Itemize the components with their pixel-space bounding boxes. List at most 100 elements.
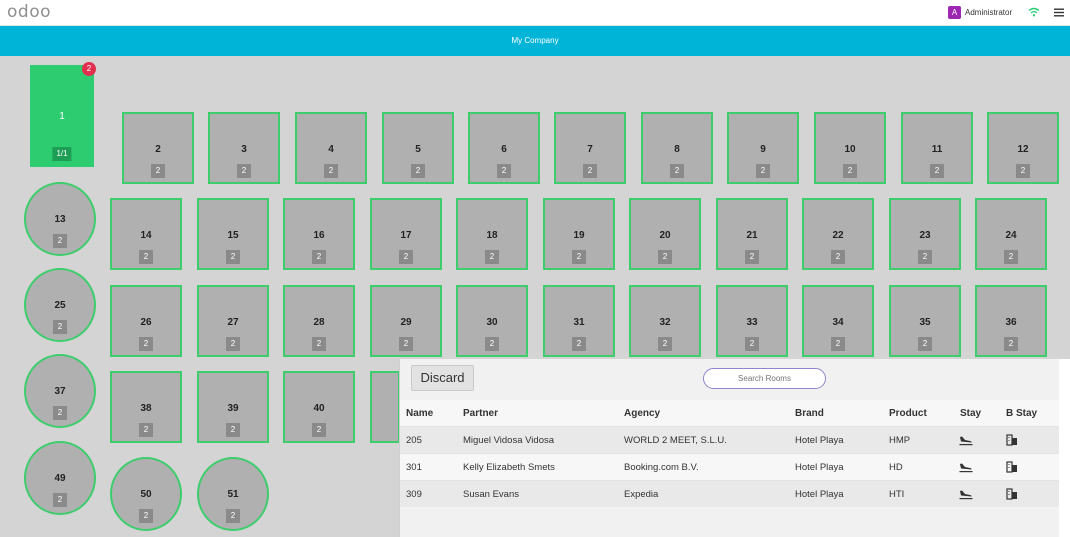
building-icon[interactable] <box>1005 487 1019 500</box>
table-36[interactable]: 36 2 <box>975 285 1047 357</box>
table-7[interactable]: 72 <box>554 112 626 184</box>
table-40[interactable]: 40 2 <box>283 371 355 443</box>
table-seats-badge: 2 <box>237 164 251 178</box>
table-29[interactable]: 29 2 <box>370 285 442 357</box>
table-seats-badge: 2 <box>1004 337 1018 351</box>
column-header-agency[interactable]: Agency <box>624 408 660 419</box>
table-seats-badge: 2 <box>572 337 586 351</box>
table-50[interactable]: 50 2 <box>110 457 182 531</box>
agency-name: WORLD 2 MEET, S.L.U. <box>624 435 727 446</box>
table-number: 23 <box>919 230 931 241</box>
user-menu[interactable]: A Administrator <box>948 5 1012 20</box>
table-number: 11 <box>931 144 943 155</box>
hamburger-menu-icon[interactable] <box>1054 8 1064 17</box>
table-row[interactable]: 309 Susan Evans Expedia Hotel Playa HTI <box>400 480 1060 507</box>
table-49[interactable]: 49 2 <box>24 441 96 515</box>
table-number: 21 <box>746 230 758 241</box>
table-seats-badge: 2 <box>1004 250 1018 264</box>
table-8[interactable]: 82 <box>641 112 713 184</box>
room-name: 309 <box>406 489 422 500</box>
table-37[interactable]: 37 2 <box>24 354 96 428</box>
building-icon[interactable] <box>1005 460 1019 473</box>
table-4[interactable]: 42 <box>295 112 367 184</box>
table-10[interactable]: 10 2 <box>814 112 886 184</box>
table-32[interactable]: 32 2 <box>629 285 701 357</box>
table-16[interactable]: 16 2 <box>283 198 355 270</box>
table-5[interactable]: 52 <box>382 112 454 184</box>
plane-landing-icon[interactable] <box>959 460 973 473</box>
table-26[interactable]: 26 2 <box>110 285 182 357</box>
table-28[interactable]: 28 2 <box>283 285 355 357</box>
table-seats-badge: 2 <box>399 250 413 264</box>
agency-name: Booking.com B.V. <box>624 462 699 473</box>
table-1[interactable]: 1 1/1 2 <box>30 62 96 167</box>
table-partial[interactable] <box>370 371 400 443</box>
panel-empty-area <box>400 507 1060 537</box>
table-11[interactable]: 11 2 <box>901 112 973 184</box>
table-22[interactable]: 22 2 <box>802 198 874 270</box>
plane-landing-icon[interactable] <box>959 487 973 500</box>
column-header-brand[interactable]: Brand <box>795 408 824 419</box>
table-number: 26 <box>140 317 152 328</box>
column-header-partner[interactable]: Partner <box>463 408 498 419</box>
table-19[interactable]: 19 2 <box>543 198 615 270</box>
table-35[interactable]: 35 2 <box>889 285 961 357</box>
table-seats-badge: 2 <box>670 164 684 178</box>
table-24[interactable]: 24 2 <box>975 198 1047 270</box>
table-seats-badge: 2 <box>658 250 672 264</box>
table-9[interactable]: 92 <box>727 112 799 184</box>
table-number: 39 <box>227 403 239 414</box>
table-seats-badge: 2 <box>53 406 67 420</box>
agency-name: Expedia <box>624 489 659 500</box>
table-number: 49 <box>54 473 66 484</box>
table-20[interactable]: 20 2 <box>629 198 701 270</box>
table-number: 25 <box>54 300 66 311</box>
table-31[interactable]: 31 2 <box>543 285 615 357</box>
table-6[interactable]: 62 <box>468 112 540 184</box>
plane-landing-icon[interactable] <box>959 433 973 446</box>
table-51[interactable]: 51 2 <box>197 457 269 531</box>
notification-badge: 2 <box>82 62 96 76</box>
table-2[interactable]: 22 <box>122 112 194 184</box>
table-row[interactable]: 205 Miguel Vidosa Vidosa WORLD 2 MEET, S.L… <box>400 426 1060 453</box>
table-34[interactable]: 34 2 <box>802 285 874 357</box>
table-seats-badge: 2 <box>226 250 240 264</box>
table-seats-badge: 1/1 <box>52 147 72 161</box>
table-21[interactable]: 21 2 <box>716 198 788 270</box>
column-header-stay[interactable]: Stay <box>960 408 981 419</box>
table-seats-badge: 2 <box>226 337 240 351</box>
table-25[interactable]: 25 2 <box>24 268 96 342</box>
table-row[interactable]: 301 Kelly Elizabeth Smets Booking.com B.V.… <box>400 453 1060 480</box>
column-header-bstay[interactable]: B Stay <box>1006 408 1037 419</box>
table-seats-badge: 2 <box>139 423 153 437</box>
table-number: 7 <box>587 144 593 155</box>
table-number: 51 <box>227 489 239 500</box>
search-rooms-input[interactable] <box>703 368 826 389</box>
table-17[interactable]: 17 2 <box>370 198 442 270</box>
table-23[interactable]: 23 2 <box>889 198 961 270</box>
discard-button[interactable]: Discard <box>411 365 474 391</box>
column-header-product[interactable]: Product <box>889 408 927 419</box>
odoo-logo[interactable]: odoo <box>7 2 51 22</box>
table-12[interactable]: 12 2 <box>987 112 1059 184</box>
table-number: 16 <box>313 230 325 241</box>
table-3[interactable]: 32 <box>208 112 280 184</box>
table-15[interactable]: 15 2 <box>197 198 269 270</box>
table-18[interactable]: 18 2 <box>456 198 528 270</box>
user-name: Administrator <box>965 8 1013 17</box>
column-header-name[interactable]: Name <box>406 408 433 419</box>
table-number: 28 <box>313 317 325 328</box>
table-seats-badge: 2 <box>53 320 67 334</box>
table-14[interactable]: 14 2 <box>110 198 182 270</box>
table-13[interactable]: 13 2 <box>24 182 96 256</box>
table-38[interactable]: 38 2 <box>110 371 182 443</box>
table-39[interactable]: 39 2 <box>197 371 269 443</box>
table-33[interactable]: 33 2 <box>716 285 788 357</box>
table-number: 30 <box>486 317 498 328</box>
table-27[interactable]: 27 2 <box>197 285 269 357</box>
table-number: 34 <box>832 317 844 328</box>
top-bar: odoo A Administrator <box>0 0 1070 26</box>
product-code: HMP <box>889 435 911 446</box>
table-30[interactable]: 30 2 <box>456 285 528 357</box>
building-icon[interactable] <box>1005 433 1019 446</box>
